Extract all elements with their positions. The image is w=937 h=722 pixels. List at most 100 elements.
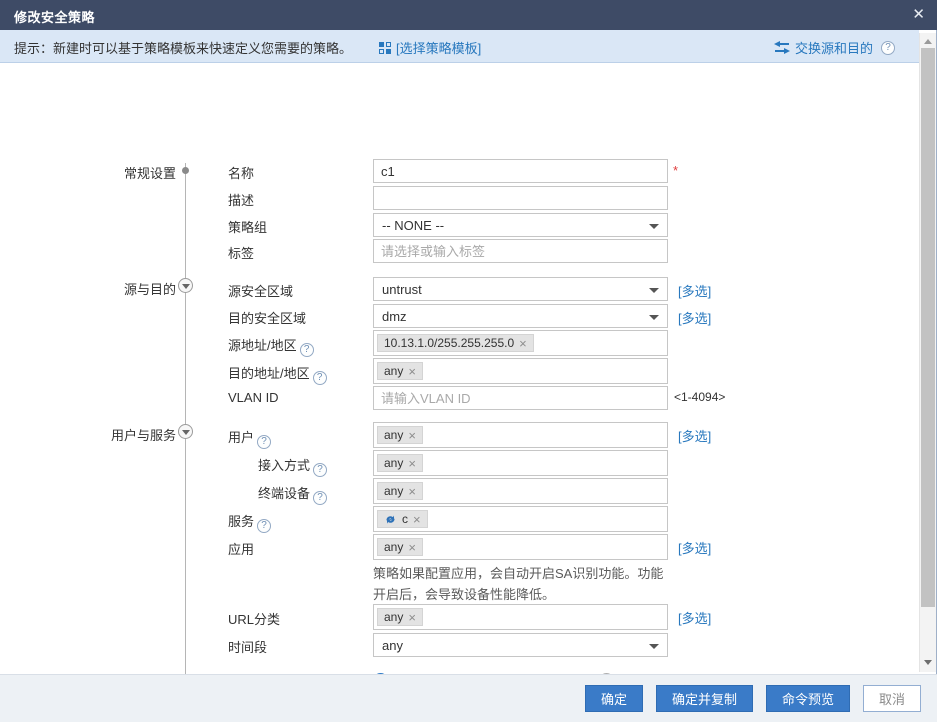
application-tagbox[interactable]: any × bbox=[373, 534, 668, 560]
section-general: 常规设置 bbox=[40, 163, 176, 182]
dialog-footer: 确定 确定并复制 命令预览 取消 bbox=[0, 674, 937, 722]
chip-text: any bbox=[384, 364, 403, 378]
url-category-multi-link[interactable]: [多选] bbox=[678, 608, 711, 627]
address-chip: any × bbox=[377, 362, 423, 380]
template-icon bbox=[378, 41, 392, 55]
name-input[interactable] bbox=[373, 159, 668, 183]
chevron-down-icon bbox=[649, 315, 659, 320]
help-icon[interactable]: ? bbox=[313, 491, 327, 505]
time-range-label: 时间段 bbox=[228, 637, 267, 656]
user-tagbox[interactable]: any × bbox=[373, 422, 668, 448]
chip-text: any bbox=[384, 484, 403, 498]
scrollbar-thumb[interactable] bbox=[921, 48, 935, 607]
tags-label: 标签 bbox=[228, 243, 254, 262]
url-category-tagbox[interactable]: any× bbox=[373, 604, 668, 630]
terminal-device-tagbox[interactable]: any × bbox=[373, 478, 668, 504]
src-address-tagbox[interactable]: 10.13.1.0/255.255.255.0 × bbox=[373, 330, 668, 356]
user-chip: any × bbox=[377, 426, 423, 444]
description-label: 描述 bbox=[228, 190, 254, 209]
application-chip: any × bbox=[377, 538, 423, 556]
section-dot-icon bbox=[182, 167, 189, 174]
vlan-label: VLAN ID bbox=[228, 390, 279, 405]
collapse-toggle-icon[interactable] bbox=[178, 424, 193, 439]
help-icon[interactable]: ? bbox=[313, 371, 327, 385]
dst-zone-label: 目的安全区域 bbox=[228, 308, 306, 327]
swap-label: 交换源和目的 bbox=[795, 38, 873, 57]
src-zone-multi-link[interactable]: [多选] bbox=[678, 281, 711, 300]
policy-group-select[interactable]: -- NONE -- bbox=[373, 213, 668, 237]
swap-source-dest-button[interactable]: 交换源和目的 ? bbox=[774, 38, 895, 57]
help-icon[interactable]: ? bbox=[881, 41, 895, 55]
section-user-service: 用户与服务 bbox=[40, 425, 176, 444]
time-range-value: any bbox=[382, 638, 403, 653]
chip-text: any bbox=[384, 540, 403, 554]
src-zone-select[interactable]: untrust bbox=[373, 277, 668, 301]
chevron-down-icon bbox=[649, 644, 659, 649]
collapse-toggle-icon[interactable] bbox=[178, 278, 193, 293]
section-source-dest: 源与目的 bbox=[40, 279, 176, 298]
application-note: 策略如果配置应用，会自动开启SA识别功能。功能开启后，会导致设备性能降低。 bbox=[373, 563, 669, 605]
help-icon[interactable]: ? bbox=[313, 463, 327, 477]
remove-tag-icon[interactable]: × bbox=[408, 611, 416, 624]
chevron-down-icon bbox=[649, 224, 659, 229]
remove-tag-icon[interactable]: × bbox=[519, 337, 527, 350]
application-label: 应用 bbox=[228, 539, 254, 558]
dialog-titlebar: 修改安全策略 ✕ bbox=[0, 0, 937, 30]
policy-group-value: -- NONE -- bbox=[382, 218, 444, 233]
policy-group-label: 策略组 bbox=[228, 217, 267, 236]
dst-zone-value: dmz bbox=[382, 309, 407, 324]
time-range-select[interactable]: any bbox=[373, 633, 668, 657]
dst-zone-multi-link[interactable]: [多选] bbox=[678, 308, 711, 327]
ok-button[interactable]: 确定 bbox=[585, 685, 643, 712]
required-asterisk: * bbox=[673, 163, 678, 178]
swap-icon bbox=[774, 41, 790, 54]
dst-address-tagbox[interactable]: any × bbox=[373, 358, 668, 384]
url-category-label: URL分类 bbox=[228, 609, 280, 628]
user-label: 用户? bbox=[228, 427, 271, 449]
remove-tag-icon[interactable]: × bbox=[408, 429, 416, 442]
chip-text: 10.13.1.0/255.255.255.0 bbox=[384, 336, 514, 350]
remove-tag-icon[interactable]: × bbox=[408, 541, 416, 554]
name-label: 名称 bbox=[228, 163, 254, 182]
help-icon[interactable]: ? bbox=[257, 435, 271, 449]
scrollbar[interactable] bbox=[919, 33, 936, 672]
service-label: 服务? bbox=[228, 511, 271, 533]
help-icon[interactable]: ? bbox=[257, 519, 271, 533]
scroll-down-arrow-icon[interactable] bbox=[920, 654, 936, 670]
url-chip: any× bbox=[377, 608, 423, 626]
vlan-range-hint: <1-4094> bbox=[674, 390, 725, 404]
help-icon[interactable]: ? bbox=[300, 343, 314, 357]
src-address-label: 源地址/地区? bbox=[228, 335, 314, 357]
close-icon[interactable]: ✕ bbox=[912, 5, 925, 25]
remove-tag-icon[interactable]: × bbox=[408, 485, 416, 498]
dst-zone-select[interactable]: dmz bbox=[373, 304, 668, 328]
remove-tag-icon[interactable]: × bbox=[413, 513, 421, 526]
address-chip: 10.13.1.0/255.255.255.0 × bbox=[377, 334, 534, 352]
chip-text: any bbox=[384, 428, 403, 442]
remove-tag-icon[interactable]: × bbox=[408, 457, 416, 470]
chip-text: any bbox=[384, 456, 403, 470]
service-tagbox[interactable]: c × bbox=[373, 506, 668, 532]
scroll-up-arrow-icon[interactable] bbox=[920, 33, 936, 49]
dst-address-label: 目的地址/地区? bbox=[228, 363, 327, 385]
src-zone-value: untrust bbox=[382, 282, 422, 297]
hint-bar: 提示：新建时可以基于策略模板来快速定义您需要的策略。 [选择策略模板] 交换源和… bbox=[0, 30, 919, 63]
access-mode-label: 接入方式? bbox=[258, 455, 327, 477]
remove-tag-icon[interactable]: × bbox=[408, 365, 416, 378]
tags-input[interactable] bbox=[373, 239, 668, 263]
service-chip: c × bbox=[377, 510, 428, 528]
ok-and-copy-button[interactable]: 确定并复制 bbox=[656, 685, 753, 712]
vlan-input[interactable] bbox=[373, 386, 668, 410]
application-multi-link[interactable]: [多选] bbox=[678, 538, 711, 557]
terminal-device-label: 终端设备? bbox=[258, 483, 327, 505]
command-preview-button[interactable]: 命令预览 bbox=[766, 685, 850, 712]
description-input[interactable] bbox=[373, 186, 668, 210]
hint-text: 提示：新建时可以基于策略模板来快速定义您需要的策略。 bbox=[14, 38, 352, 57]
user-multi-link[interactable]: [多选] bbox=[678, 426, 711, 445]
chip-text: c bbox=[402, 512, 408, 526]
chevron-down-icon bbox=[649, 288, 659, 293]
cancel-button[interactable]: 取消 bbox=[863, 685, 921, 712]
select-template-link[interactable]: [选择策略模板] bbox=[396, 38, 481, 57]
access-mode-tagbox[interactable]: any × bbox=[373, 450, 668, 476]
src-zone-label: 源安全区域 bbox=[228, 281, 293, 300]
